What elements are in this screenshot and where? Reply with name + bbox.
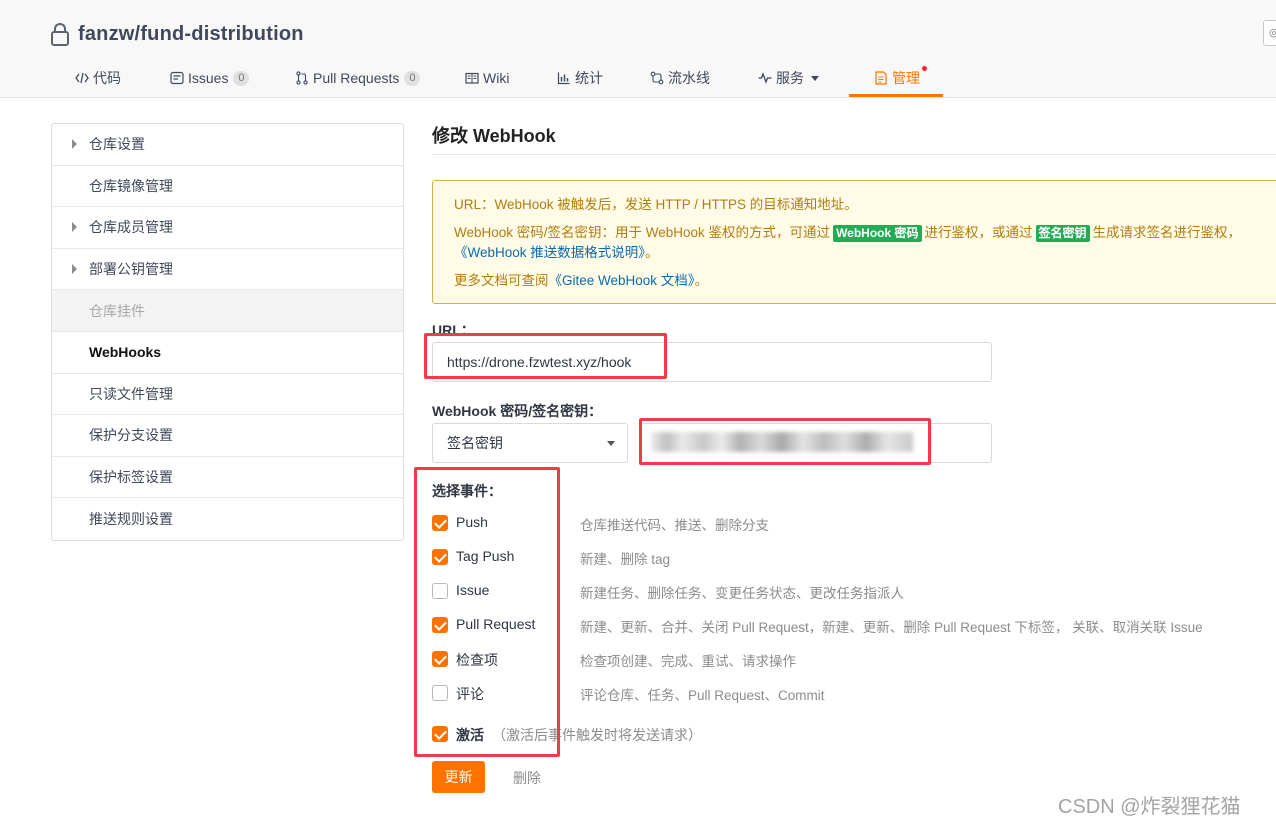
sidebar-item-label: 保护分支设置 [89,427,173,444]
notice-line-docs: 更多文档可查阅《Gitee WebHook 文档》。 [454,271,1276,291]
title-divider [432,154,1276,155]
manage-icon [875,71,887,85]
sidebar-item-mirror[interactable]: 仓库镜像管理 [52,166,403,208]
settings-sidebar: 仓库设置 仓库镜像管理 仓库成员管理 部署公钥管理 仓库挂件 WebHooks … [51,123,404,541]
tab-pull-requests-label: Pull Requests [313,70,400,86]
tab-code-label: 代码 [93,70,121,86]
sidebar-item-label: 推送规则设置 [89,511,173,528]
notice-text: 。 [694,273,709,288]
pull-request-icon [296,71,308,85]
stats-icon [557,72,570,85]
notification-dot [922,66,927,71]
sidebar-item-widgets: 仓库挂件 [52,290,403,332]
watch-button[interactable]: ◎ [1263,20,1276,46]
active-tab-underline [849,94,943,97]
sidebar-item-protected-tags[interactable]: 保护标签设置 [52,457,403,499]
notice-text: 更多文档可查阅 [454,273,549,288]
tab-issues-label: Issues [188,70,229,86]
sidebar-item-label: 保护标签设置 [89,469,173,486]
events-highlight-box [414,467,560,757]
tab-stats-label: 统计 [575,70,603,86]
notice-text: 进行鉴权，或通过 [924,225,1033,240]
chevron-down-icon [811,75,819,81]
caret-right-icon [72,222,77,233]
tab-wiki[interactable]: Wiki [465,58,509,98]
sidebar-item-members[interactable]: 仓库成员管理 [52,207,403,249]
notice-line-format: 《WebHook 推送数据格式说明》。 [454,243,1276,263]
event-desc: 仓库推送代码、推送、删除分支 [580,518,769,533]
event-desc: 新建、删除 tag [580,552,671,567]
tab-code[interactable]: 代码 [75,58,121,98]
lock-icon [51,23,69,46]
event-desc: 新建、更新、合并、关闭 Pull Request，新建、更新、删除 Pull R… [580,620,1203,635]
sidebar-item-label: 仓库镜像管理 [89,177,173,194]
notice-line-url: URL：WebHook 被触发后，发送 HTTP / HTTPS 的目标通知地址… [454,197,858,212]
chevron-down-icon [607,441,615,446]
update-button[interactable]: 更新 [432,761,485,793]
notice-line-secret: WebHook 密码/签名密钥：用于 WebHook 鉴权的方式，可通过 WebH… [454,223,1276,243]
secret-highlight-box [639,418,931,465]
caret-right-icon [72,263,77,274]
code-icon [75,72,89,84]
tab-pull-requests[interactable]: Pull Requests 0 [295,58,421,98]
sidebar-item-deploy-keys[interactable]: 部署公钥管理 [52,249,403,291]
tab-pipeline[interactable]: 流水线 [650,58,710,98]
issues-icon [170,71,184,85]
tab-wiki-label: Wiki [483,70,510,86]
watermark: CSDN @炸裂狸花猫 [1058,796,1241,818]
pr-count-badge: 0 [404,70,421,86]
secret-type-value: 签名密钥 [447,435,503,451]
secret-type-select[interactable]: 签名密钥 [432,423,628,463]
tab-service[interactable]: 服务 [758,58,819,98]
sidebar-item-readonly-files[interactable]: 只读文件管理 [52,374,403,416]
notice-text: WebHook 密码/签名密钥：用于 WebHook 鉴权的方式，可通过 [454,225,831,240]
delete-button[interactable]: 删除 [513,768,541,788]
tab-issues[interactable]: Issues 0 [170,58,250,98]
signature-key-badge: 签名密钥 [1035,225,1090,242]
sidebar-item-webhooks[interactable]: WebHooks [52,332,403,374]
secret-label: WebHook 密码/签名密钥： [432,403,603,419]
tab-manage[interactable]: 管理 [874,58,920,98]
repo-header: fanzw/fund-distribution ◎ 代码 Issues 0 Pu… [0,0,1276,98]
sidebar-item-label: 仓库成员管理 [89,219,173,236]
webhook-password-badge: WebHook 密码 [833,225,922,242]
issues-count-badge: 0 [233,70,250,86]
page-title: 修改 WebHook [432,126,556,146]
tab-pipeline-label: 流水线 [668,70,710,86]
event-desc: 评论仓库、任务、Pull Request、Commit [580,688,825,703]
tab-stats[interactable]: 统计 [557,58,603,98]
repo-name[interactable]: fanzw/fund-distribution [78,23,304,46]
webhook-notice: URL：WebHook 被触发后，发送 HTTP / HTTPS 的目标通知地址… [432,180,1276,304]
tab-service-label: 服务 [776,70,804,86]
notice-text: 生成请求签名进行鉴权， [1092,225,1242,240]
eye-icon: ◎ [1269,27,1276,39]
url-highlight-box [424,333,667,379]
event-desc: 新建任务、删除任务、变更任务状态、更改任务指派人 [580,586,904,601]
notice-text: 。 [645,245,659,260]
sidebar-item-label: WebHooks [89,344,162,361]
gitee-webhook-doc-link[interactable]: 《Gitee WebHook 文档》 [549,273,695,288]
caret-right-icon [72,139,77,149]
sidebar-item-protected-branches[interactable]: 保护分支设置 [52,415,403,457]
repo-title: fanzw/fund-distribution [50,20,304,48]
sidebar-item-label: 仓库设置 [89,136,145,153]
sidebar-item-repo-settings[interactable]: 仓库设置 [52,124,403,166]
event-desc: 检查项创建、完成、重试、请求操作 [580,654,796,669]
tab-manage-label: 管理 [892,70,920,86]
wiki-icon [465,72,479,84]
sidebar-item-label: 仓库挂件 [89,302,145,319]
sidebar-item-label: 只读文件管理 [89,385,173,402]
service-icon [758,72,772,84]
sidebar-item-label: 部署公钥管理 [89,261,173,278]
pipeline-icon [650,71,664,85]
sidebar-item-push-rules[interactable]: 推送规则设置 [52,498,403,540]
push-format-doc-link[interactable]: 《WebHook 推送数据格式说明》 [454,245,645,260]
